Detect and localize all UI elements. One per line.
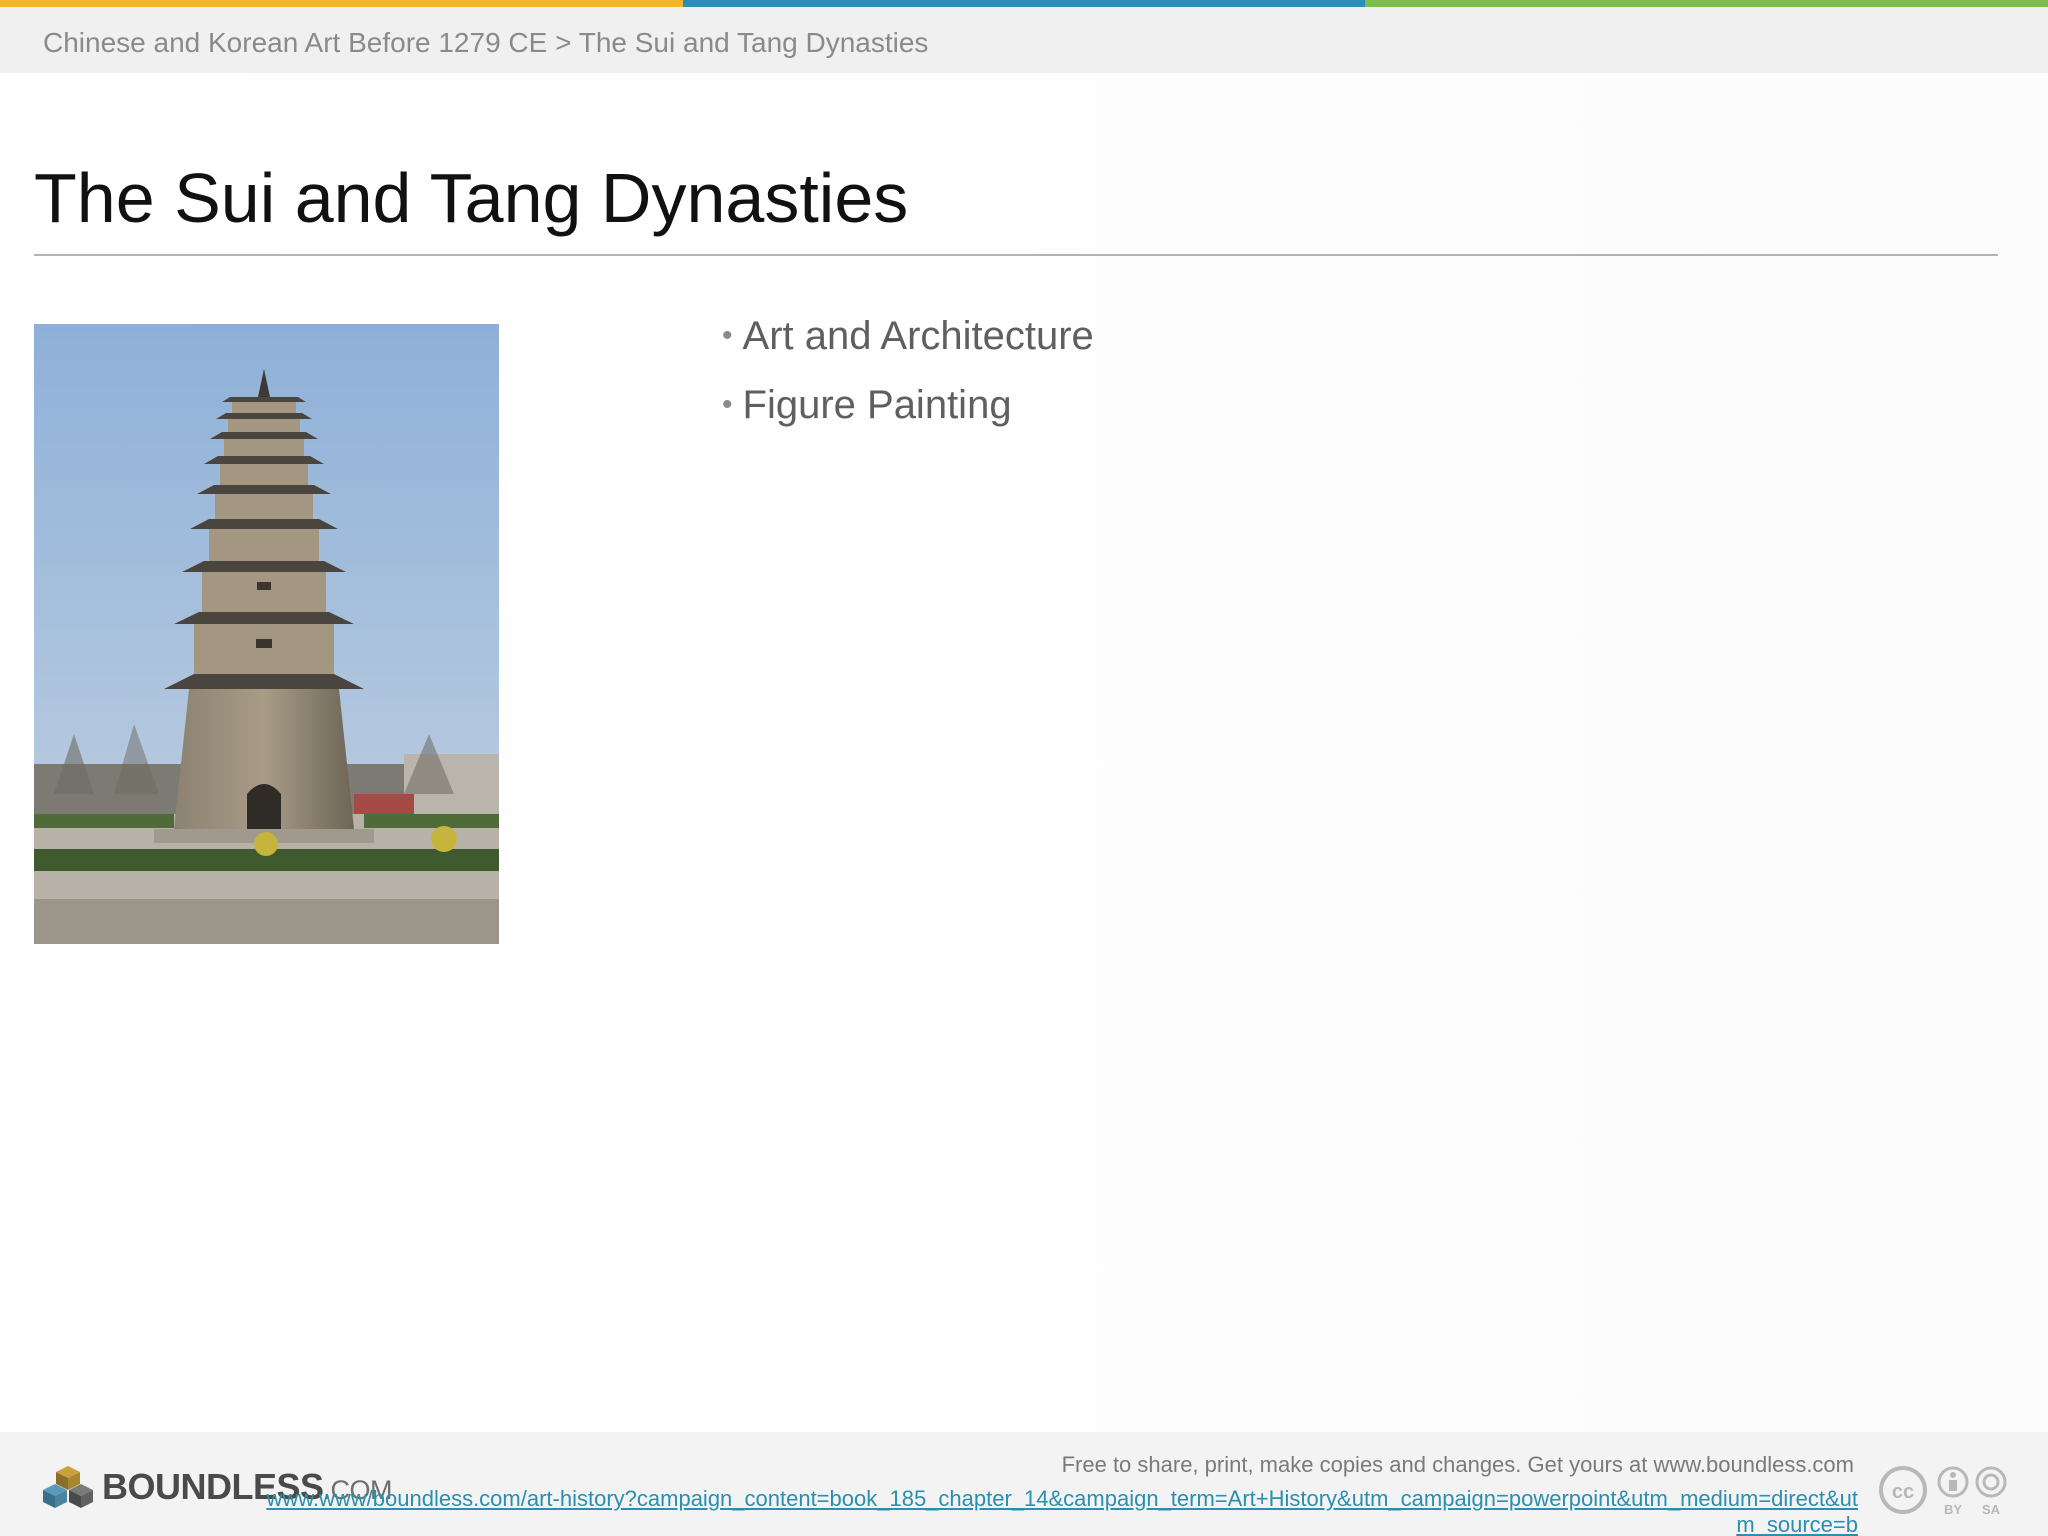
- slide-title: The Sui and Tang Dynasties: [34, 159, 909, 237]
- cc-icon: cc: [1879, 1466, 1927, 1514]
- cubes-logo-icon: [43, 1466, 93, 1508]
- bullet-item: • Art and Architecture: [722, 308, 1094, 377]
- by-label: BY: [1944, 1502, 1962, 1517]
- bullet-dot-icon: •: [722, 319, 733, 352]
- sa-label: SA: [1982, 1502, 2001, 1517]
- bullet-dot-icon: •: [722, 388, 733, 421]
- bullet-item: • Figure Painting: [722, 377, 1094, 446]
- breadcrumb-bar: Chinese and Korean Art Before 1279 CE > …: [0, 7, 2048, 73]
- slide-page: Chinese and Korean Art Before 1279 CE > …: [0, 0, 2048, 1536]
- cc-license-badges: cc BY SA: [1879, 1466, 2007, 1517]
- color-strip-blue: [682, 0, 1366, 7]
- footer: BOUNDLESS.COM Free to share, print, make…: [0, 1432, 2048, 1536]
- sa-icon: SA: [1975, 1466, 2007, 1517]
- bullet-text: Figure Painting: [742, 383, 1012, 427]
- source-link[interactable]: www.www/boundless.com/art-history?campai…: [258, 1486, 1858, 1536]
- pagoda-photo: [34, 324, 499, 944]
- color-strip-green: [1365, 0, 2048, 7]
- by-icon: BY: [1937, 1466, 1969, 1517]
- bullet-list: • Art and Architecture • Figure Painting: [722, 308, 1094, 446]
- footer-note: Free to share, print, make copies and ch…: [1061, 1452, 1854, 1477]
- source-link-text[interactable]: www.www/boundless.com/art-history?campai…: [266, 1486, 1858, 1536]
- color-strip-orange: [0, 0, 683, 7]
- breadcrumb: Chinese and Korean Art Before 1279 CE > …: [43, 27, 929, 58]
- bullet-text: Art and Architecture: [742, 314, 1094, 358]
- title-divider: [34, 254, 1998, 256]
- svg-text:cc: cc: [1892, 1481, 1914, 1503]
- color-strip: [0, 0, 2048, 7]
